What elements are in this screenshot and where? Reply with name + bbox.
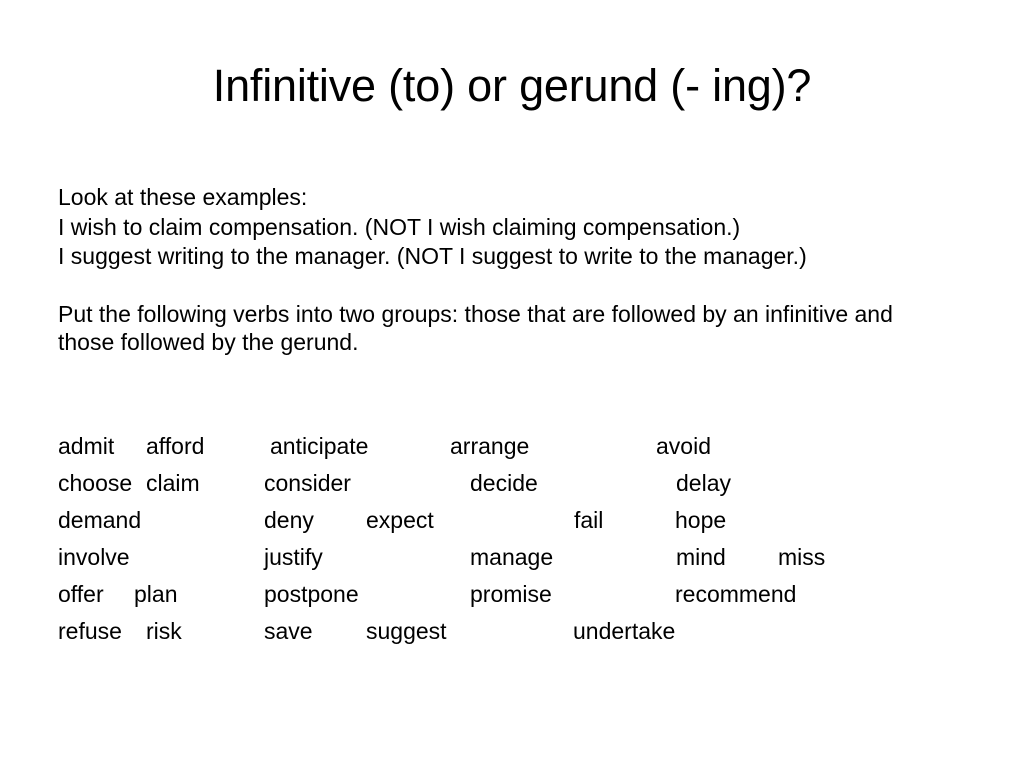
example-line-2: I suggest writing to the manager. (NOT I… (58, 243, 807, 269)
verb-word: avoid (656, 433, 711, 459)
verb-word: consider (264, 470, 351, 496)
verb-word: justify (264, 544, 323, 570)
verb-word: suggest (366, 618, 447, 644)
verb-row: choose claim consider decide delay (58, 465, 998, 502)
verb-word: risk (146, 618, 182, 644)
instruction-paragraph: Put the following verbs into two groups:… (58, 301, 893, 355)
verb-word: save (264, 618, 313, 644)
verb-word: mind (676, 544, 726, 570)
verb-word: plan (134, 581, 178, 607)
verb-word: choose (58, 470, 133, 496)
verb-word: hope (675, 507, 727, 533)
verb-word: offer (58, 581, 104, 607)
verb-row: admit afford anticipate arrange avoid (58, 428, 998, 465)
verb-word: promise (470, 581, 552, 607)
verb-word: manage (470, 544, 554, 570)
example-line-1: I wish to claim compensation. (NOT I wis… (58, 214, 741, 240)
verb-word: fail (574, 507, 604, 533)
verb-word: deny (264, 507, 314, 533)
verb-word: involve (58, 544, 130, 570)
verb-word: expect (366, 507, 434, 533)
verb-row: demand deny expect fail hope (58, 502, 998, 539)
verb-word: admit (58, 433, 115, 459)
intro-line: Look at these examples: (58, 184, 308, 210)
verb-word: decide (470, 470, 538, 496)
verb-row: refuse risk save suggest undertake (58, 613, 998, 650)
verb-row: involve justify manage mind miss (58, 539, 998, 576)
verb-word: refuse (58, 618, 122, 644)
slide: Infinitive (to) or gerund (- ing)? Look … (0, 0, 1024, 768)
verb-word: postpone (264, 581, 359, 607)
verb-word: miss (778, 544, 826, 570)
page-title: Infinitive (to) or gerund (- ing)? (212, 60, 812, 112)
verb-word: afford (146, 433, 205, 459)
body-text-block: Look at these examples: I wish to claim … (58, 182, 958, 356)
verb-word: recommend (675, 581, 797, 607)
verb-word: arrange (450, 433, 530, 459)
verb-word: claim (146, 470, 200, 496)
verb-row: offer plan postpone promise recommend (58, 576, 998, 613)
verb-word: undertake (573, 618, 676, 644)
verb-word: anticipate (270, 433, 369, 459)
verb-word: demand (58, 507, 142, 533)
verb-word: delay (676, 470, 731, 496)
verb-list: admit afford anticipate arrange avoid ch… (58, 428, 998, 650)
